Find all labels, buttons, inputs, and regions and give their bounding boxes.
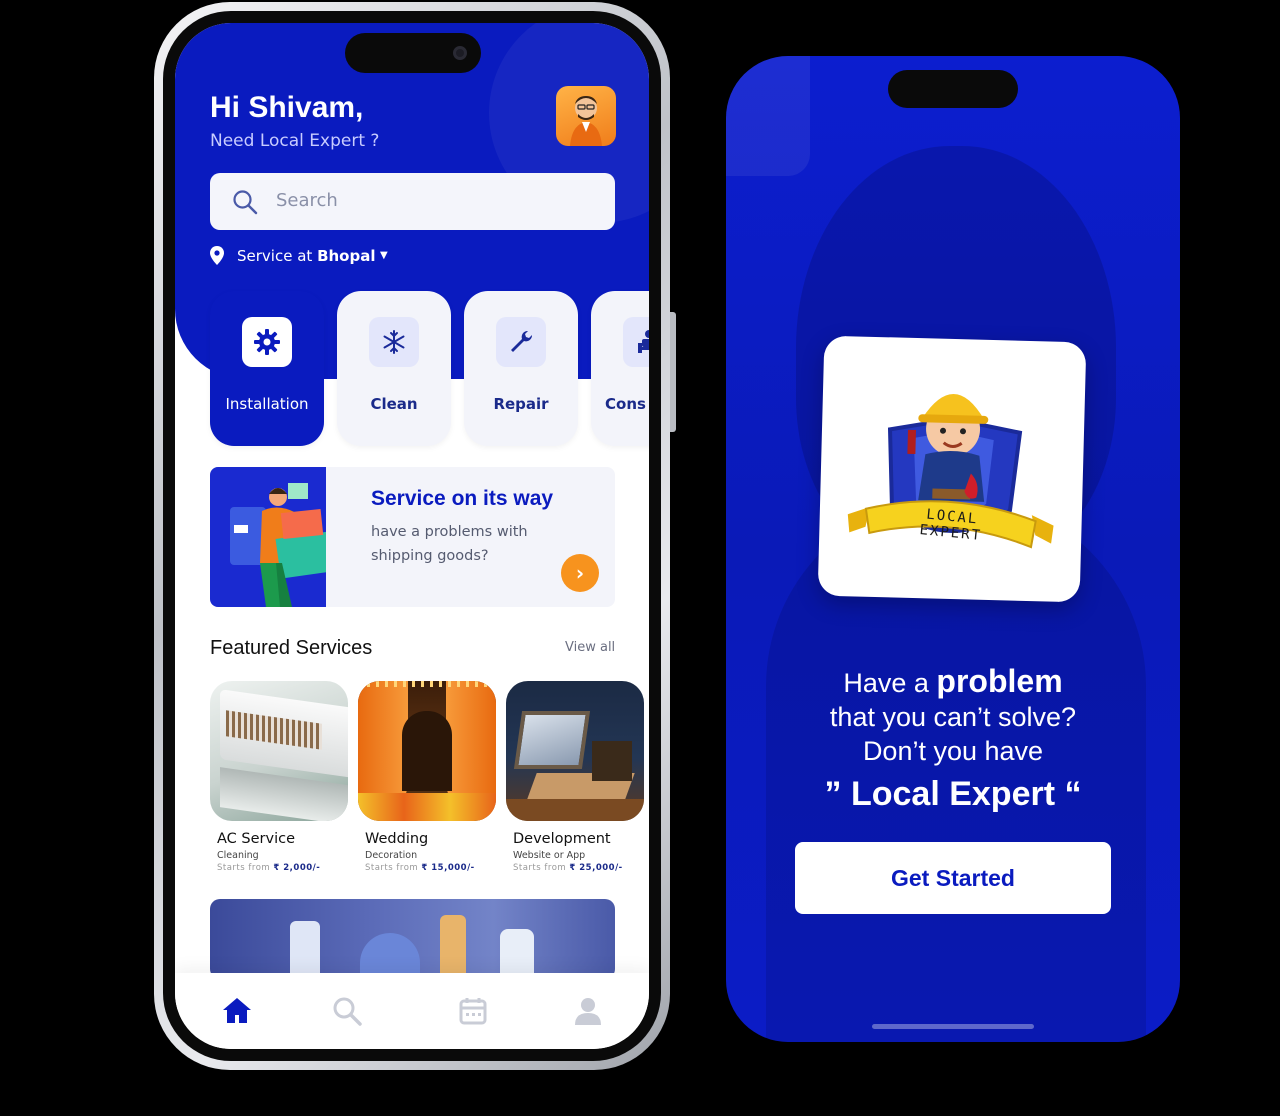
power-button <box>670 312 676 432</box>
tagline-line: Don’t you have <box>862 736 1044 766</box>
home-indicator[interactable] <box>872 1024 1034 1029</box>
tagline-brand: ” Local Expert “ <box>824 775 1082 813</box>
avatar[interactable] <box>556 86 616 146</box>
profile-icon[interactable] <box>572 995 604 1027</box>
chevron-right-icon[interactable]: › <box>561 554 599 592</box>
banner-description: have a problems with shipping goods? <box>371 524 528 564</box>
greeting-subtitle: Need Local Expert ? <box>210 131 380 151</box>
service-subtitle: Cleaning <box>217 850 259 861</box>
home-icon[interactable] <box>221 995 253 1027</box>
category-consult[interactable]: Cons <box>591 291 649 446</box>
category-label: Repair <box>493 395 549 413</box>
service-name: AC Service <box>217 831 295 847</box>
gear-icon <box>242 317 292 367</box>
tagline-part: Have a <box>843 668 937 698</box>
search-icon <box>232 189 258 219</box>
service-name: Development <box>513 831 611 847</box>
category-label: Cons <box>605 395 646 413</box>
phone-bezel: Hi Shivam, Need Local Expert ? Search Se… <box>163 11 661 1061</box>
location-prefix: Service at <box>237 247 313 265</box>
price-prefix: Starts from <box>365 863 419 873</box>
bottom-tab-bar <box>175 973 649 1049</box>
service-price: ₹ 25,000/- <box>569 863 623 873</box>
service-card-development[interactable]: Development Website or App Starts from ₹… <box>506 681 644 873</box>
category-installation[interactable]: Installation <box>210 291 324 446</box>
home-screen: Hi Shivam, Need Local Expert ? Search Se… <box>175 23 649 1049</box>
calendar-icon[interactable] <box>457 995 489 1027</box>
corner-decoration <box>726 56 810 176</box>
category-label: Clean <box>370 395 418 413</box>
service-price: ₹ 2,000/- <box>273 863 321 873</box>
banner-title: Service on its way <box>371 487 554 510</box>
person-desk-icon <box>623 317 649 367</box>
service-subtitle: Decoration <box>365 850 418 861</box>
service-subtitle: Website or App <box>513 850 586 861</box>
tagline-line: that you can’t solve? <box>829 702 1077 732</box>
development-image <box>506 681 644 821</box>
wrench-icon <box>496 317 546 367</box>
service-card-ac[interactable]: AC Service Cleaning Starts from ₹ 2,000/… <box>210 681 348 873</box>
search-icon[interactable] <box>331 995 363 1027</box>
location-pin-icon <box>210 246 224 269</box>
onboarding-screen: LOCAL EXPERT Have a problem that you can… <box>726 56 1180 1042</box>
location-city: Bhopal <box>317 247 376 265</box>
search-input[interactable]: Search <box>276 190 338 211</box>
chevron-down-icon: ▼ <box>380 250 388 261</box>
category-label: Installation <box>225 395 309 413</box>
get-started-button[interactable]: Get Started <box>795 842 1111 914</box>
home-phone: Hi Shivam, Need Local Expert ? Search Se… <box>154 2 676 1070</box>
promo-banner[interactable]: Service on its way have a problems with … <box>210 467 615 607</box>
delivery-illustration <box>210 467 335 607</box>
wedding-decoration-image <box>358 681 496 821</box>
service-card-wedding[interactable]: Wedding Decoration Starts from ₹ 15,000/… <box>358 681 496 873</box>
category-repair[interactable]: Repair <box>464 291 578 446</box>
category-clean[interactable]: Clean <box>337 291 451 446</box>
ac-service-image <box>210 681 348 821</box>
service-price: ₹ 15,000/- <box>421 863 475 873</box>
price-prefix: Starts from <box>513 863 567 873</box>
local-expert-logo: LOCAL EXPERT <box>817 335 1087 603</box>
service-name: Wedding <box>365 831 429 847</box>
featured-services-title: Featured Services <box>210 637 373 659</box>
snowflake-icon <box>369 317 419 367</box>
greeting-title: Hi Shivam, <box>210 91 364 124</box>
onboarding-tagline: Have a problem that you can’t solve? Don… <box>726 664 1180 814</box>
price-prefix: Starts from <box>217 863 271 873</box>
tagline-highlight: problem <box>936 663 1063 699</box>
search-bar[interactable]: Search <box>210 173 615 230</box>
dynamic-island <box>888 70 1018 108</box>
view-all-link[interactable]: View all <box>565 640 615 655</box>
cleaning-supplies-banner[interactable] <box>210 899 615 979</box>
dynamic-island <box>345 33 481 73</box>
